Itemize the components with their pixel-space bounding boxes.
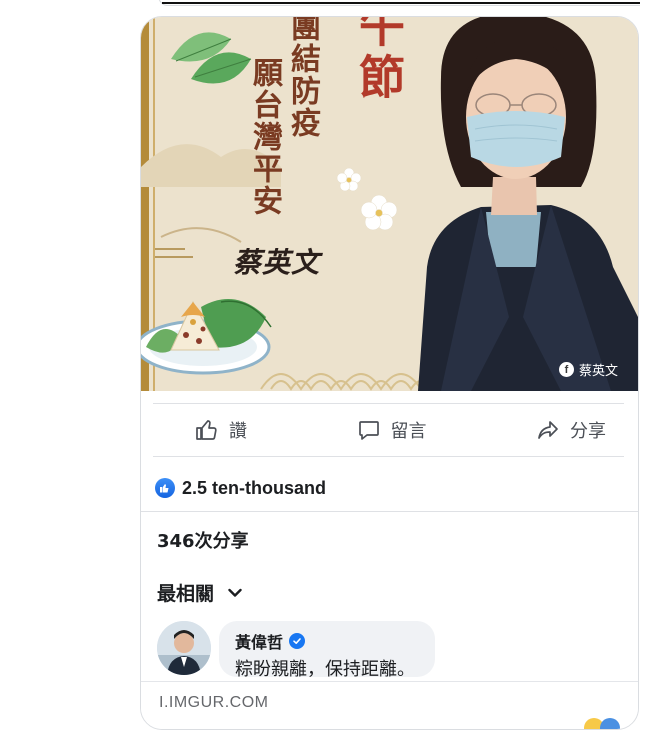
reactions-count: 2.5 ten-thousand xyxy=(182,477,327,498)
reaction-emoji-strip xyxy=(584,718,620,729)
like-button[interactable]: 讚 xyxy=(153,417,291,443)
comment-sort-dropdown[interactable]: 最相關 xyxy=(157,579,242,606)
post-actions-bar: 讚 留言 分享 xyxy=(153,403,624,457)
verified-badge-icon xyxy=(289,633,306,649)
like-label: 讚 xyxy=(229,421,247,442)
post-image[interactable]: 午節 團結防疫 願台灣平安 蔡英文 f 蔡英文 xyxy=(141,17,638,391)
sort-label: 最相關 xyxy=(157,583,215,605)
comment-icon xyxy=(358,421,379,440)
watermark-text: 蔡英文 xyxy=(578,364,618,379)
shares-count[interactable]: 346次分享 xyxy=(157,527,249,553)
signature: 蔡英文 xyxy=(233,246,321,279)
chevron-down-icon xyxy=(228,588,242,597)
comment-author-row: 黃偉哲 xyxy=(235,629,415,653)
comment-label: 留言 xyxy=(390,421,427,442)
comment-item: 黃偉哲 粽盼親離，保持距離。 xyxy=(157,621,435,680)
comment-bubble: 黃偉哲 粽盼親離，保持距離。 xyxy=(219,621,435,680)
comment-button[interactable]: 留言 xyxy=(313,417,471,443)
like-badge-icon xyxy=(155,478,175,498)
greeting-line-right: 團結防疫 xyxy=(285,17,320,139)
greeting-title: 午節 xyxy=(352,17,406,105)
share-icon xyxy=(538,421,558,439)
facebook-post-card: 午節 團結防疫 願台灣平安 蔡英文 f 蔡英文 讚 留言 分享 2.5 ten-… xyxy=(140,16,639,730)
avatar[interactable] xyxy=(157,621,211,675)
facebook-logo-icon: f xyxy=(558,362,574,377)
divider xyxy=(141,511,638,512)
source-domain[interactable]: I.IMGUR.COM xyxy=(159,694,269,712)
thumbs-up-icon xyxy=(196,420,217,440)
share-label: 分享 xyxy=(570,421,606,442)
comment-text: 粽盼親離，保持距離。 xyxy=(235,659,415,680)
emoji-icon xyxy=(600,718,620,729)
previous-link-preview[interactable] xyxy=(140,0,640,10)
comment-author[interactable]: 黃偉哲 xyxy=(235,629,283,653)
link-underline xyxy=(162,2,640,4)
share-button[interactable]: 分享 xyxy=(492,417,624,443)
reactions-summary[interactable]: 2.5 ten-thousand xyxy=(155,471,326,505)
image-watermark: f 蔡英文 xyxy=(558,360,618,379)
greeting-line-left: 願台灣平安 xyxy=(247,57,282,217)
